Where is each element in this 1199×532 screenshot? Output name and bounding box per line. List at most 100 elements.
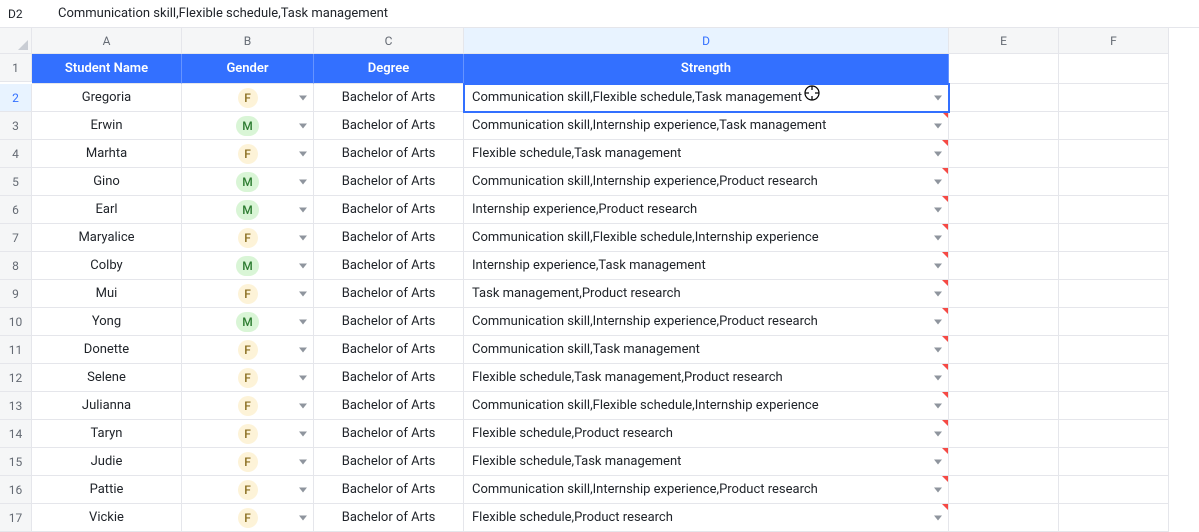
cell-name[interactable]: Vickie [32, 504, 182, 532]
cell-name[interactable]: Earl [32, 196, 182, 224]
cell-E16[interactable] [949, 476, 1059, 504]
cell-strength[interactable]: Communication skill,Task management [464, 336, 949, 364]
row-head-12[interactable]: 12 [0, 364, 32, 392]
cell-gender[interactable]: M [182, 252, 314, 280]
row-head-16[interactable]: 16 [0, 476, 32, 504]
row-head-3[interactable]: 3 [0, 112, 32, 140]
dropdown-arrow-icon[interactable] [934, 347, 942, 352]
cell-strength[interactable]: Communication skill,Flexible schedule,In… [464, 392, 949, 420]
cell-F13[interactable] [1059, 392, 1169, 420]
cell-strength[interactable]: Communication skill,Flexible schedule,In… [464, 224, 949, 252]
cell-strength[interactable]: Communication skill,Internship experienc… [464, 476, 949, 504]
dropdown-arrow-icon[interactable] [299, 459, 307, 464]
cell-gender[interactable]: F [182, 224, 314, 252]
cell-F16[interactable] [1059, 476, 1169, 504]
cell-E7[interactable] [949, 224, 1059, 252]
cell-degree[interactable]: Bachelor of Arts [314, 448, 464, 476]
dropdown-arrow-icon[interactable] [299, 179, 307, 184]
cell-strength[interactable]: Flexible schedule,Task management [464, 448, 949, 476]
dropdown-arrow-icon[interactable] [934, 235, 942, 240]
cell-gender[interactable]: F [182, 336, 314, 364]
cell-gender[interactable]: M [182, 112, 314, 140]
cell-E6[interactable] [949, 196, 1059, 224]
cell-gender[interactable]: M [182, 196, 314, 224]
cell-F17[interactable] [1059, 504, 1169, 532]
col-head-F[interactable]: F [1059, 28, 1169, 54]
cell-strength[interactable]: Flexible schedule,Product research [464, 504, 949, 532]
dropdown-arrow-icon[interactable] [934, 263, 942, 268]
row-head-14[interactable]: 14 [0, 420, 32, 448]
dropdown-arrow-icon[interactable] [299, 319, 307, 324]
cell-name[interactable]: Marhta [32, 140, 182, 168]
row-head-4[interactable]: 4 [0, 140, 32, 168]
cell-gender[interactable]: F [182, 420, 314, 448]
col-head-E[interactable]: E [949, 28, 1059, 54]
cell-degree[interactable]: Bachelor of Arts [314, 420, 464, 448]
cell-gender[interactable]: F [182, 364, 314, 392]
cell-F12[interactable] [1059, 364, 1169, 392]
cell-F4[interactable] [1059, 140, 1169, 168]
cell-E8[interactable] [949, 252, 1059, 280]
cell-name[interactable]: Maryalice [32, 224, 182, 252]
cell-F10[interactable] [1059, 308, 1169, 336]
cell-F2[interactable] [1059, 84, 1169, 112]
cell-strength[interactable]: Flexible schedule,Product research [464, 420, 949, 448]
row-head-7[interactable]: 7 [0, 224, 32, 252]
col-head-C[interactable]: C [314, 28, 464, 54]
dropdown-arrow-icon[interactable] [299, 403, 307, 408]
dropdown-arrow-icon[interactable] [934, 319, 942, 324]
cell-gender[interactable]: F [182, 504, 314, 532]
row-head-13[interactable]: 13 [0, 392, 32, 420]
cell-degree[interactable]: Bachelor of Arts [314, 392, 464, 420]
cell-name[interactable]: Julianna [32, 392, 182, 420]
row-head-17[interactable]: 17 [0, 504, 32, 532]
cell-reference[interactable]: D2 [0, 7, 50, 21]
cell-name[interactable]: Yong [32, 308, 182, 336]
cell-E12[interactable] [949, 364, 1059, 392]
dropdown-arrow-icon[interactable] [934, 403, 942, 408]
cell-name[interactable]: Pattie [32, 476, 182, 504]
cell-degree[interactable]: Bachelor of Arts [314, 196, 464, 224]
cell-name[interactable]: Gregoria [32, 84, 182, 112]
cell-name[interactable]: Judie [32, 448, 182, 476]
cell-gender[interactable]: F [182, 476, 314, 504]
cell-name[interactable]: Colby [32, 252, 182, 280]
dropdown-arrow-icon[interactable] [299, 207, 307, 212]
dropdown-arrow-icon[interactable] [934, 207, 942, 212]
row-head-1[interactable]: 1 [0, 54, 32, 82]
cell-name[interactable]: Selene [32, 364, 182, 392]
dropdown-arrow-icon[interactable] [934, 431, 942, 436]
dropdown-arrow-icon[interactable] [299, 487, 307, 492]
dropdown-arrow-icon[interactable] [934, 151, 942, 156]
dropdown-arrow-icon[interactable] [934, 123, 942, 128]
cell-gender[interactable]: M [182, 168, 314, 196]
cell-F11[interactable] [1059, 336, 1169, 364]
dropdown-arrow-icon[interactable] [299, 123, 307, 128]
cell-degree[interactable]: Bachelor of Arts [314, 336, 464, 364]
dropdown-arrow-icon[interactable] [934, 375, 942, 380]
row-head-6[interactable]: 6 [0, 196, 32, 224]
cell-E11[interactable] [949, 336, 1059, 364]
dropdown-arrow-icon[interactable] [299, 151, 307, 156]
cell-degree[interactable]: Bachelor of Arts [314, 252, 464, 280]
row-head-8[interactable]: 8 [0, 252, 32, 280]
dropdown-arrow-icon[interactable] [934, 179, 942, 184]
dropdown-arrow-icon[interactable] [299, 431, 307, 436]
header-degree[interactable]: Degree [314, 54, 464, 84]
cell-strength[interactable]: Communication skill,Flexible schedule,Ta… [464, 84, 949, 112]
cell-F5[interactable] [1059, 168, 1169, 196]
cell-E3[interactable] [949, 112, 1059, 140]
cell-name[interactable]: Taryn [32, 420, 182, 448]
row-head-10[interactable]: 10 [0, 308, 32, 336]
row-head-5[interactable]: 5 [0, 168, 32, 196]
formula-value[interactable]: Communication skill,Flexible schedule,Ta… [50, 6, 1199, 21]
select-all-corner[interactable] [0, 28, 32, 54]
dropdown-arrow-icon[interactable] [299, 515, 307, 520]
cell-strength[interactable]: Task management,Product research [464, 280, 949, 308]
cell-degree[interactable]: Bachelor of Arts [314, 224, 464, 252]
cell-E4[interactable] [949, 140, 1059, 168]
cell-E2[interactable] [949, 84, 1059, 112]
cell-strength[interactable]: Internship experience,Task management [464, 252, 949, 280]
cell-name[interactable]: Erwin [32, 112, 182, 140]
cell-E17[interactable] [949, 504, 1059, 532]
